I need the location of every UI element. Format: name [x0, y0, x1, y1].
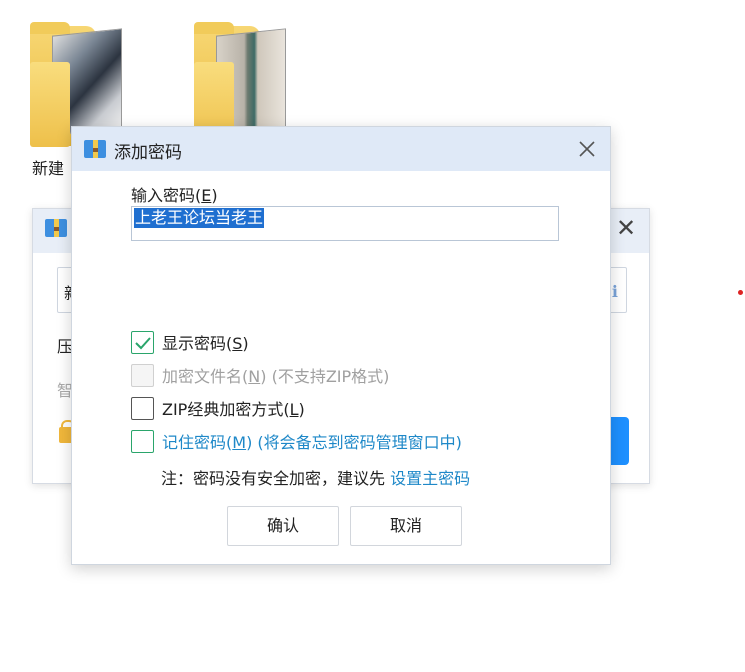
encrypt-filenames-option: 加密文件名(N) (不支持ZIP格式) — [131, 363, 389, 387]
security-note-text: 注：密码没有安全加密，建议先 — [161, 469, 391, 488]
add-password-dialog: 添加密码 输入密码(E) 上老王论坛当老王 显示密码(S) 加密文件名(N) (… — [71, 126, 611, 565]
remember-password-checkbox[interactable] — [131, 429, 154, 453]
compress-button[interactable] — [609, 417, 629, 465]
archive-app-icon — [84, 140, 106, 158]
encrypt-filenames-label: 加密文件名(N) (不支持ZIP格式) — [162, 367, 390, 386]
zip-classic-option[interactable]: ZIP经典加密方式(L) — [131, 396, 305, 420]
check-icon — [135, 336, 151, 349]
security-note: 注：密码没有安全加密，建议先 设置主密码 — [161, 465, 470, 489]
dialog-title: 添加密码 — [114, 143, 182, 163]
close-icon[interactable]: ✕ — [613, 215, 639, 241]
zip-classic-checkbox[interactable] — [131, 396, 154, 420]
close-icon[interactable] — [574, 136, 600, 162]
cancel-button[interactable]: 取消 — [350, 506, 462, 546]
show-password-checkbox[interactable] — [131, 330, 154, 354]
password-value: 上老王论坛当老王 — [134, 208, 265, 228]
remember-password-option[interactable]: 记住密码(M) (将会备忘到密码管理窗口中) — [131, 429, 462, 453]
password-input[interactable]: 上老王论坛当老王 — [131, 206, 559, 241]
red-dot — [738, 290, 743, 295]
info-icon[interactable]: ℹ — [612, 282, 618, 301]
dialog-titlebar: 添加密码 — [72, 127, 610, 171]
show-password-option[interactable]: 显示密码(S) — [131, 330, 249, 354]
set-master-password-link[interactable]: 设置主密码 — [390, 469, 470, 488]
encrypt-filenames-checkbox — [131, 363, 154, 387]
password-field-label: 输入密码(E) — [131, 186, 218, 205]
archive-app-icon — [45, 219, 67, 237]
folder-tab — [194, 22, 234, 34]
show-password-label: 显示密码(S) — [162, 334, 249, 353]
folder-front — [30, 62, 70, 147]
confirm-button[interactable]: 确认 — [227, 506, 339, 546]
folder-tab — [30, 22, 70, 34]
remember-password-label: 记住密码(M) (将会备忘到密码管理窗口中) — [162, 433, 462, 452]
zip-classic-label: ZIP经典加密方式(L) — [162, 400, 305, 419]
folder-label[interactable]: 新建 — [32, 155, 64, 179]
